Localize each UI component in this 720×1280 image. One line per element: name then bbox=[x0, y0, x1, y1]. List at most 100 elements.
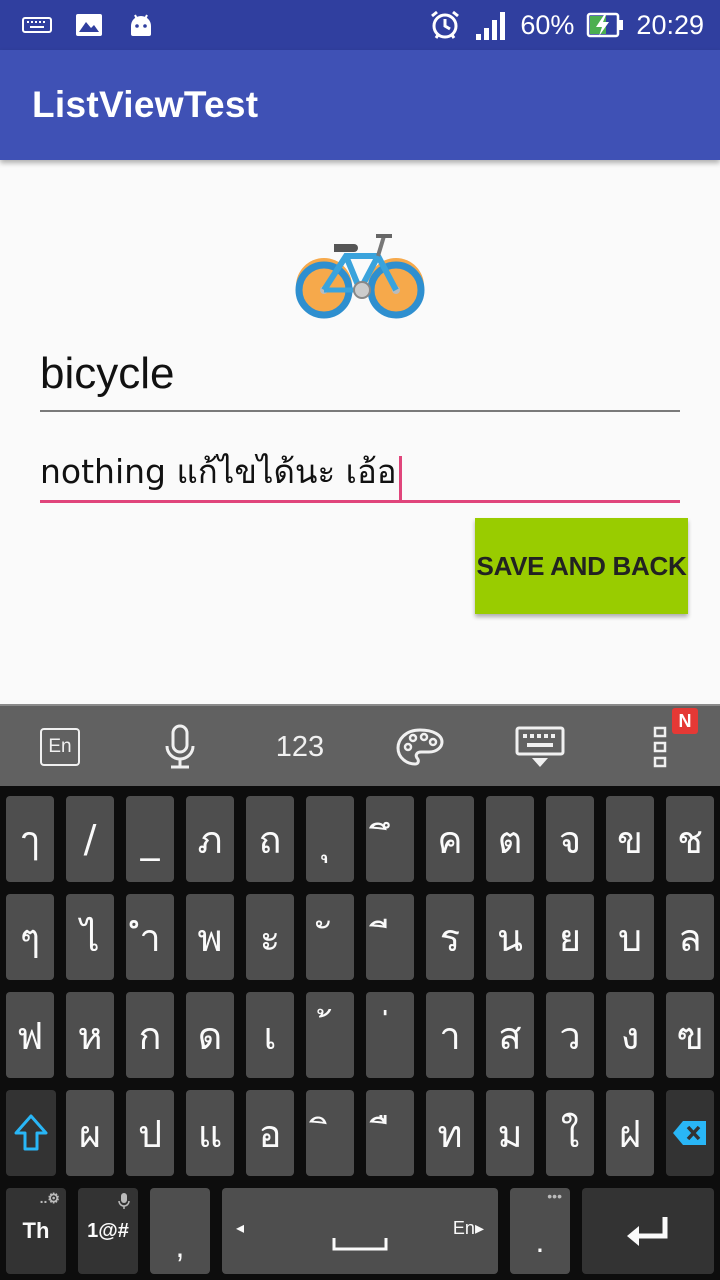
key-r4-c8[interactable]: ม bbox=[486, 1090, 534, 1176]
key-r2-c6[interactable]: ั bbox=[306, 894, 354, 980]
key-r2-c3[interactable]: ำ bbox=[126, 894, 174, 980]
app-bar: ListViewTest bbox=[0, 50, 720, 160]
key-r3-c10[interactable]: ว bbox=[546, 992, 594, 1078]
more-punctuation-hint: ••• bbox=[547, 1188, 562, 1204]
palette-icon bbox=[396, 728, 444, 766]
shift-icon bbox=[14, 1114, 48, 1151]
status-bar-right: 60% 20:29 bbox=[428, 8, 704, 42]
key-r3-c5[interactable]: เ bbox=[246, 992, 294, 1078]
microphone-icon bbox=[165, 724, 195, 769]
space-language-label: En bbox=[452, 1218, 475, 1238]
key-r2-c9[interactable]: น bbox=[486, 894, 534, 980]
key-r4-c6[interactable]: ื bbox=[366, 1090, 414, 1176]
key-r4-c1[interactable]: ผ bbox=[66, 1090, 114, 1176]
keyboard-icon bbox=[22, 17, 52, 33]
backspace-icon bbox=[673, 1121, 706, 1145]
key-r4-c4[interactable]: อ bbox=[246, 1090, 294, 1176]
comma-key[interactable]: , bbox=[150, 1188, 210, 1274]
key-r2-c12[interactable]: ล bbox=[666, 894, 714, 980]
status-bar-left bbox=[22, 10, 156, 40]
key-r1-c6[interactable]: ุ bbox=[306, 796, 354, 882]
name-field[interactable]: bicycle bbox=[40, 342, 680, 412]
period-label: . bbox=[535, 1222, 545, 1259]
key-r4-c10[interactable]: ฝ bbox=[606, 1090, 654, 1176]
clock: 20:29 bbox=[636, 9, 704, 40]
battery-percentage: 60% bbox=[520, 9, 575, 40]
key-r1-c3[interactable]: _ bbox=[126, 796, 174, 882]
key-r2-c1[interactable]: ๆ bbox=[6, 894, 54, 980]
key-r4-c9[interactable]: ใ bbox=[546, 1090, 594, 1176]
image-icon bbox=[76, 14, 102, 36]
theme-button[interactable] bbox=[380, 706, 460, 788]
enter-icon bbox=[627, 1217, 668, 1246]
period-key[interactable]: . ••• bbox=[510, 1188, 570, 1274]
settings-hint-icon: ..⚙ bbox=[39, 1190, 60, 1206]
key-r1-c10[interactable]: จ bbox=[546, 796, 594, 882]
key-r1-c7[interactable]: ึ bbox=[366, 796, 414, 882]
more-icon bbox=[653, 726, 667, 768]
space-key[interactable]: ◂ En▸ bbox=[222, 1188, 498, 1274]
mic-hint-icon bbox=[118, 1193, 130, 1209]
key-r2-c4[interactable]: พ bbox=[186, 894, 234, 980]
key-r2-c2[interactable]: ไ bbox=[66, 894, 114, 980]
key-r1-c9[interactable]: ต bbox=[486, 796, 534, 882]
key-r1-c11[interactable]: ข bbox=[606, 796, 654, 882]
keyboard-hide-icon bbox=[515, 726, 565, 767]
name-field-value: bicycle bbox=[40, 349, 175, 398]
key-r2-c11[interactable]: บ bbox=[606, 894, 654, 980]
thai-language-key[interactable]: Th ..⚙ bbox=[6, 1188, 66, 1274]
bicycle-icon bbox=[295, 234, 425, 319]
key-r3-c9[interactable]: ส bbox=[486, 992, 534, 1078]
key-r1-c4[interactable]: ภ bbox=[186, 796, 234, 882]
symbols-label: 1@# bbox=[87, 1219, 129, 1242]
key-r4-c3[interactable]: แ bbox=[186, 1090, 234, 1176]
key-r2-c10[interactable]: ย bbox=[546, 894, 594, 980]
key-r1-c5[interactable]: ถ bbox=[246, 796, 294, 882]
key-r3-c1[interactable]: ฟ bbox=[6, 992, 54, 1078]
voice-input-button[interactable] bbox=[140, 706, 220, 788]
hide-keyboard-button[interactable] bbox=[500, 706, 580, 788]
battery-charging-icon bbox=[587, 12, 624, 38]
key-r1-c8[interactable]: ค bbox=[426, 796, 474, 882]
key-r4-c7[interactable]: ท bbox=[426, 1090, 474, 1176]
backspace-key[interactable] bbox=[666, 1090, 714, 1176]
key-r3-c4[interactable]: ด bbox=[186, 992, 234, 1078]
numbers-key[interactable]: 123 bbox=[260, 706, 340, 788]
text-cursor bbox=[398, 455, 402, 502]
key-r3-c6[interactable]: ้ bbox=[306, 992, 354, 1078]
key-r1-c12[interactable]: ช bbox=[666, 796, 714, 882]
shift-key[interactable] bbox=[6, 1090, 56, 1176]
notification-badge: N bbox=[672, 708, 698, 734]
language-icon: En bbox=[40, 728, 80, 766]
space-icon bbox=[332, 1238, 388, 1251]
key-r3-c3[interactable]: ก bbox=[126, 992, 174, 1078]
comma-label: , bbox=[175, 1227, 185, 1264]
signal-icon bbox=[476, 12, 506, 40]
key-r2-c8[interactable]: ร bbox=[426, 894, 474, 980]
symbols-key[interactable]: 1@# bbox=[78, 1188, 138, 1274]
status-bar: 60% 20:29 bbox=[0, 0, 720, 50]
key-r1-c2[interactable]: / bbox=[66, 796, 114, 882]
key-r3-c8[interactable]: า bbox=[426, 992, 474, 1078]
language-button[interactable]: En bbox=[20, 706, 100, 788]
save-and-back-button[interactable]: SAVE AND BACK bbox=[475, 518, 688, 614]
app-title: ListViewTest bbox=[32, 84, 259, 125]
description-field[interactable]: nothing แก้ไขได้นะ เอ้อ bbox=[40, 442, 680, 503]
alarm-icon bbox=[431, 10, 460, 39]
key-r3-c12[interactable]: ฃ bbox=[666, 992, 714, 1078]
key-r4-c5[interactable]: ิ bbox=[306, 1090, 354, 1176]
left-arrow-icon: ◂ bbox=[236, 1220, 245, 1237]
key-r1-c1[interactable]: ๅ bbox=[6, 796, 54, 882]
thai-language-label: Th bbox=[22, 1218, 50, 1243]
key-r4-c2[interactable]: ป bbox=[126, 1090, 174, 1176]
enter-key[interactable] bbox=[582, 1188, 714, 1274]
space-language-hint: En▸ bbox=[452, 1218, 484, 1238]
keyboard-toolbar: En 123 bbox=[0, 704, 720, 788]
key-r2-c5[interactable]: ะ bbox=[246, 894, 294, 980]
key-r2-c7[interactable]: ี bbox=[366, 894, 414, 980]
description-field-value: nothing แก้ไขได้นะ เอ้อ bbox=[40, 452, 397, 491]
key-r3-c2[interactable]: ห bbox=[66, 992, 114, 1078]
key-r3-c7[interactable]: ่ bbox=[366, 992, 414, 1078]
key-r3-c11[interactable]: ง bbox=[606, 992, 654, 1078]
android-icon bbox=[131, 14, 151, 36]
